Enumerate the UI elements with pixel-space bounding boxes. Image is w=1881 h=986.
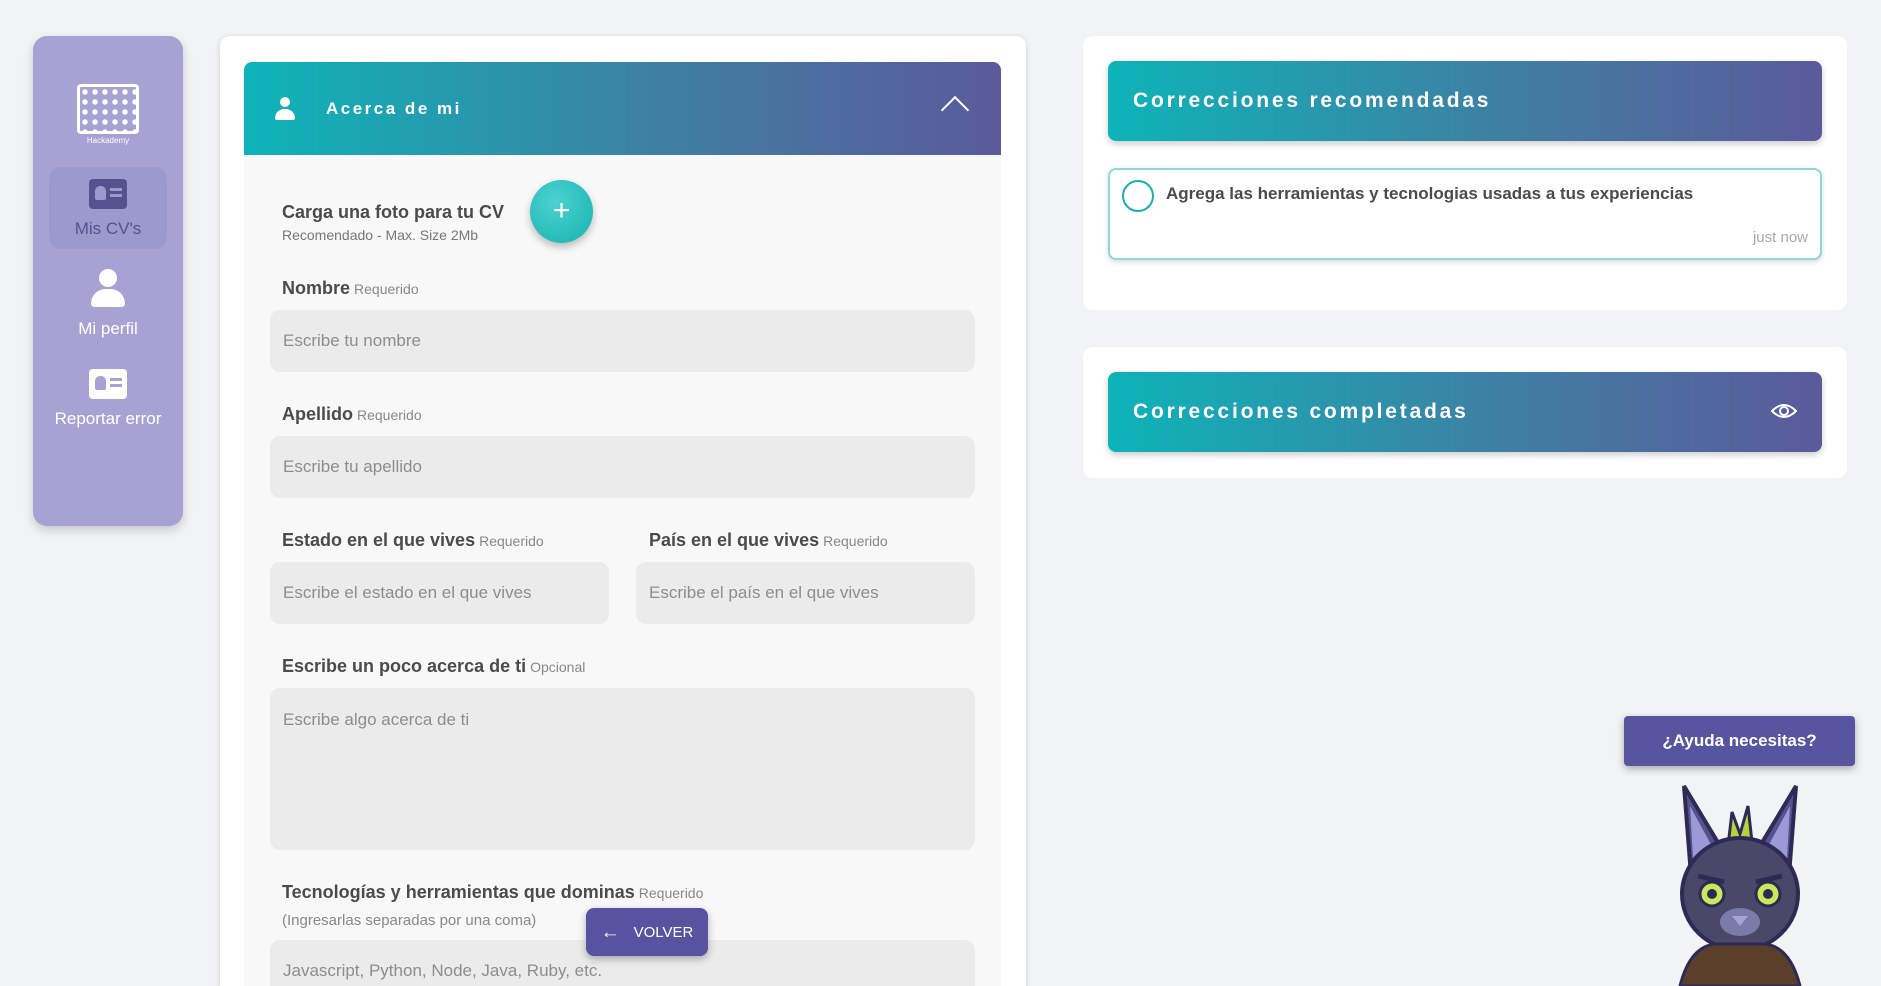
required-tag: Requerido — [357, 407, 422, 423]
sidebar-item-label: Reportar error — [54, 409, 162, 428]
add-photo-button[interactable]: + — [530, 180, 593, 243]
apellido-label-text: Apellido — [282, 404, 353, 424]
required-tag: Requerido — [354, 281, 419, 297]
photo-subtitle: Recomendado - Max. Size 2Mb — [282, 227, 479, 243]
correction-item: Agrega las herramientas y tecnologias us… — [1108, 168, 1822, 260]
required-tag: Requerido — [638, 885, 704, 901]
sidebar-item-mis-cvs[interactable]: Mis CV's — [49, 167, 167, 249]
sidebar-item-label: Mi perfil — [78, 319, 138, 338]
tecnologias-label-text: Tecnologías y herramientas que dominas — [282, 882, 635, 902]
estado-label-text: Estado en el que vives — [282, 530, 476, 550]
about-me-section: Acerca de mi Carga una foto para tu CV R… — [244, 62, 1001, 986]
tecnologias-label: Tecnologías y herramientas que dominas Re… — [282, 882, 703, 903]
pais-input[interactable] — [636, 562, 975, 624]
section-title: Acerca de mi — [326, 98, 462, 118]
arrow-left-icon: ← — [600, 921, 620, 943]
required-tag: Requerido — [823, 533, 888, 549]
mascot-icon[interactable] — [1670, 776, 1810, 986]
volver-button[interactable]: ← VOLVER — [586, 908, 708, 956]
id-card-icon — [89, 179, 127, 209]
cv-form-panel: Acerca de mi Carga una foto para tu CV R… — [220, 36, 1026, 986]
logo-text: Hackademy — [86, 136, 130, 145]
sidebar-item-mi-perfil[interactable]: Mi perfil — [49, 257, 167, 349]
estado-label: Estado en el que vives Requerido — [282, 530, 544, 551]
pais-label-text: País en el que vives — [649, 530, 820, 550]
section-header[interactable]: Acerca de mi — [244, 62, 1001, 155]
completed-title: Correcciones completadas — [1133, 400, 1469, 423]
pais-label: País en el que vives Requerido — [649, 530, 888, 551]
user-icon — [274, 96, 296, 121]
chevron-up-icon[interactable] — [940, 95, 970, 125]
id-card-icon — [89, 369, 127, 399]
completed-header[interactable]: Correcciones completadas — [1108, 372, 1822, 452]
required-tag: Requerido — [479, 533, 544, 549]
nombre-input[interactable] — [270, 310, 975, 372]
help-button[interactable]: ¿Ayuda necesitas? — [1624, 716, 1855, 766]
nombre-label: Nombre Requerido — [282, 278, 419, 299]
recommended-title: Correcciones recomendadas — [1133, 89, 1492, 112]
sidebar-item-label: Mis CV's — [74, 219, 142, 238]
volver-label: VOLVER — [633, 923, 694, 941]
apellido-input[interactable] — [270, 436, 975, 498]
sidebar: Hackademy Mis CV's Mi perfil Reportar er… — [33, 36, 183, 526]
sidebar-item-reportar-error[interactable]: Reportar error — [49, 357, 167, 439]
correction-text: Agrega las herramientas y tecnologias us… — [1166, 184, 1694, 203]
apellido-label: Apellido Requerido — [282, 404, 422, 425]
acerca-textarea[interactable] — [270, 688, 975, 850]
acerca-label-text: Escribe un poco acerca de ti — [282, 656, 527, 676]
nombre-label-text: Nombre — [282, 278, 351, 298]
tecnologias-hint: (Ingresarlas separadas por una coma) — [282, 912, 537, 929]
correction-timestamp: just now — [1752, 229, 1808, 246]
estado-input[interactable] — [270, 562, 609, 624]
user-icon — [88, 269, 128, 309]
recommended-header: Correcciones recomendadas — [1108, 61, 1822, 141]
logo-icon — [77, 84, 139, 134]
hackademy-logo[interactable]: Hackademy — [77, 84, 139, 145]
completed-corrections-panel: Correcciones completadas — [1083, 347, 1847, 478]
eye-icon[interactable] — [1771, 401, 1797, 421]
complete-correction-radio[interactable] — [1122, 180, 1154, 212]
photo-upload: Carga una foto para tu CV Recomendado - … — [282, 180, 682, 250]
recommended-corrections-panel: Correcciones recomendadas Agrega las her… — [1083, 36, 1847, 310]
acerca-label: Escribe un poco acerca de ti Opcional — [282, 656, 585, 677]
photo-title: Carga una foto para tu CV — [282, 202, 505, 222]
optional-tag: Opcional — [530, 659, 586, 675]
